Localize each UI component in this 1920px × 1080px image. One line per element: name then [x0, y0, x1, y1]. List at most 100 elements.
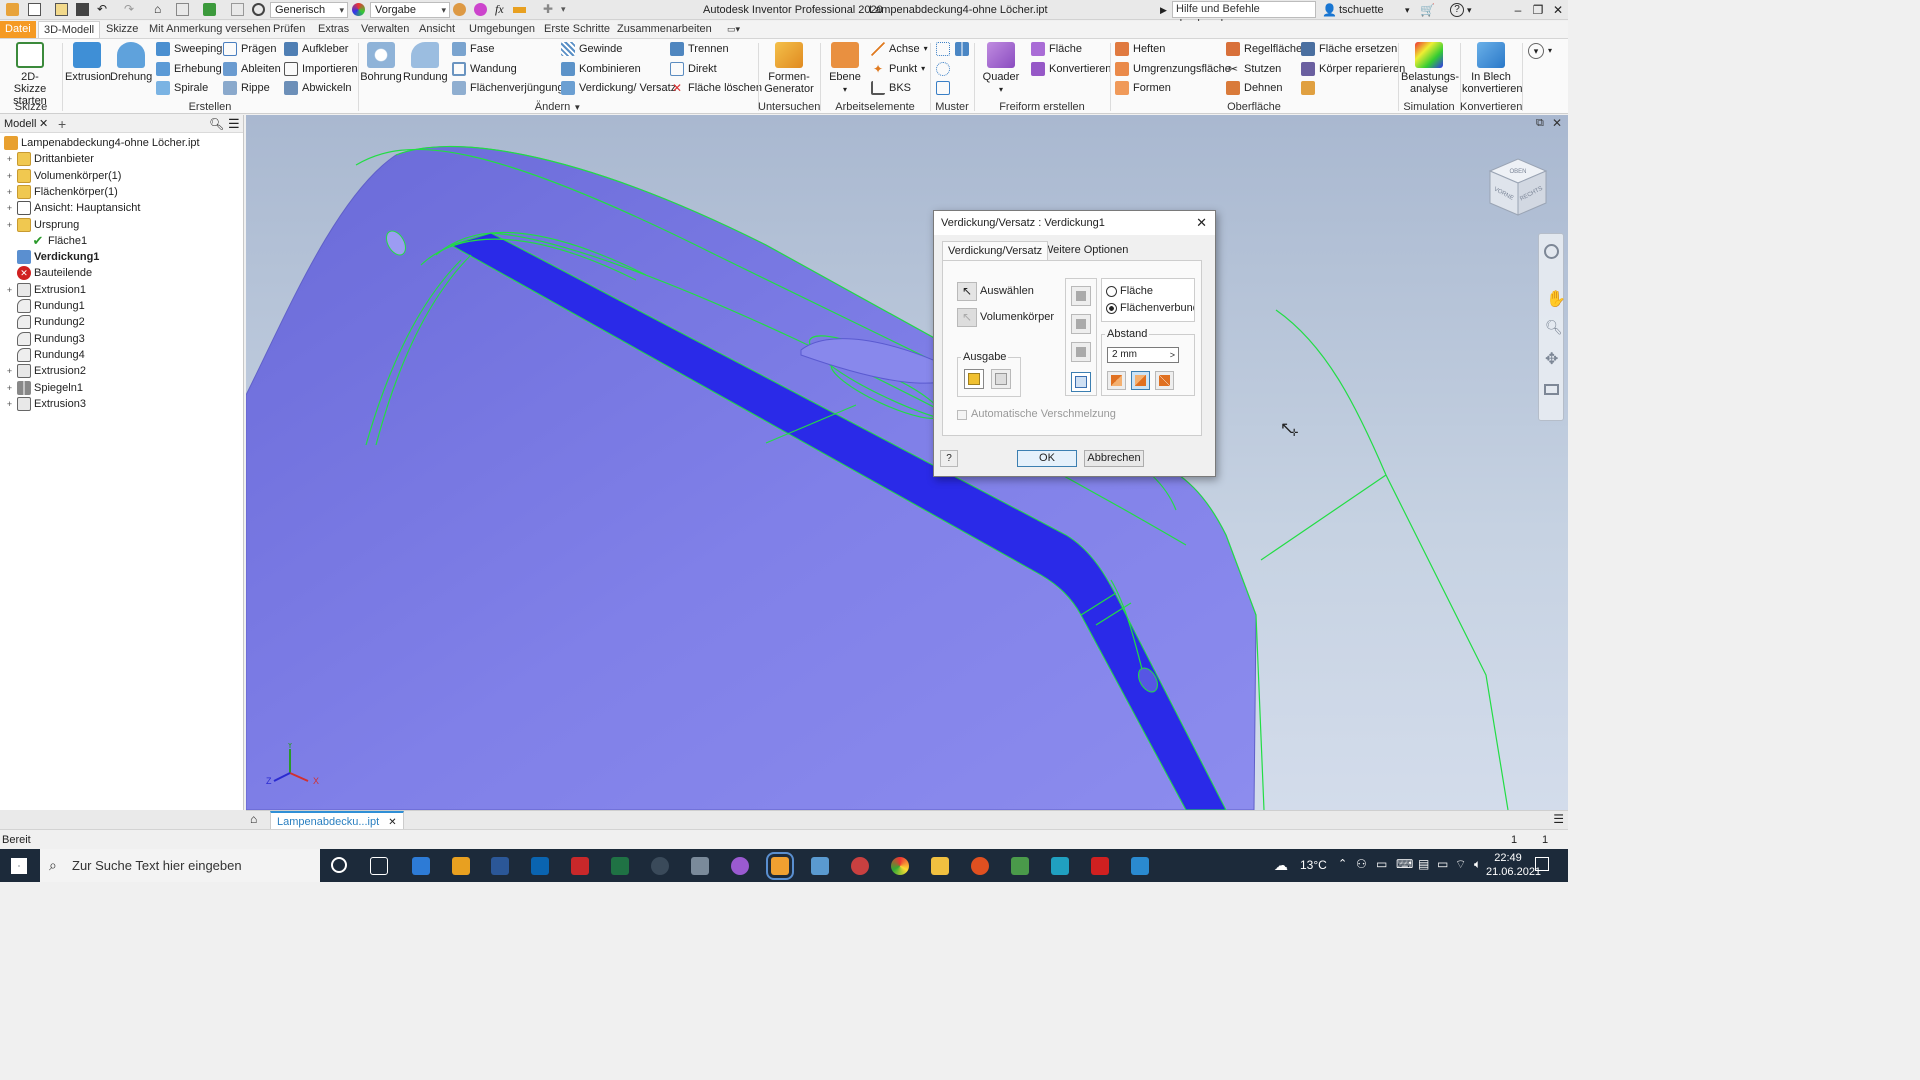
dialog-tab-more-options[interactable]: Weitere Optionen [1038, 241, 1133, 260]
hole-button[interactable]: Bohrung [360, 42, 402, 83]
replace-face-button[interactable]: Fläche ersetzen [1301, 40, 1397, 58]
sculpt-button[interactable]: Formen [1115, 79, 1171, 97]
tree-item[interactable]: + Extrusion2 [0, 363, 86, 379]
tab-ansicht[interactable]: Ansicht [414, 21, 460, 38]
stitch-button[interactable]: Heften [1115, 40, 1165, 58]
box-button[interactable]: Quader ▾ [980, 42, 1022, 96]
expand-icon[interactable]: + [5, 168, 14, 184]
new-solid-button[interactable] [1071, 372, 1091, 392]
help-dropdown-icon[interactable]: ▾ [1467, 0, 1472, 20]
redo-icon[interactable]: ↷ [124, 3, 137, 16]
boundary-patch-button[interactable]: Umgrenzungsfläche [1115, 60, 1231, 78]
join-button[interactable] [1071, 286, 1091, 306]
tray-icon-1[interactable]: ⚇ [1356, 857, 1367, 871]
browser-tab-modell[interactable]: Modell [4, 118, 36, 130]
emboss-button[interactable]: Prägen [223, 40, 276, 58]
unwrap-button[interactable]: Abwickeln [284, 79, 352, 97]
doc-tabs-menu-icon[interactable]: ☰ [1553, 812, 1564, 826]
extend-button[interactable]: Dehnen [1226, 79, 1283, 97]
fit-mesh-button[interactable] [1301, 79, 1315, 97]
convert-button[interactable]: Konvertieren [1031, 60, 1111, 78]
mirror-button[interactable] [955, 40, 969, 58]
ok-button[interactable]: OK [1017, 450, 1077, 467]
battery-icon[interactable]: ▭ [1437, 857, 1448, 871]
direction-1-button[interactable] [1107, 371, 1126, 390]
browser-menu-icon[interactable]: ☰ [228, 115, 240, 133]
sketch-pattern-button[interactable] [936, 79, 950, 97]
open-file-icon[interactable] [55, 3, 68, 16]
trim-button[interactable]: ✂ Stutzen [1226, 60, 1281, 78]
browser-add-tab-icon[interactable]: + [58, 115, 66, 133]
user-dropdown-icon[interactable]: ▾ [1405, 0, 1410, 20]
browser-tab-close-icon[interactable]: ✕ [39, 115, 48, 133]
ribbon-display-options-button[interactable]: ▾ ▾ [1528, 42, 1552, 60]
task-view-icon[interactable] [370, 857, 388, 875]
viewcube[interactable]: OBEN VORNE RECHTS [1486, 153, 1550, 221]
app-icon-cube[interactable] [851, 857, 869, 875]
dialog-tab-thicken[interactable]: Verdickung/Versatz [942, 241, 1049, 260]
close-button[interactable]: ✕ [1547, 0, 1569, 20]
pan-icon[interactable]: ✋ [1546, 289, 1566, 309]
tree-item[interactable]: + Volumenkörper(1) [0, 168, 121, 184]
fillet-button[interactable]: Rundung [403, 42, 448, 83]
ruled-surface-button[interactable]: Regelfläche [1226, 40, 1302, 58]
notification-icon[interactable] [1535, 857, 1549, 871]
weather-temp[interactable]: 13°C [1300, 858, 1327, 872]
tab-umgebungen[interactable]: Umgebungen [464, 21, 540, 38]
radio-face-label[interactable]: Fläche [1120, 285, 1153, 297]
inventor-logo-icon[interactable] [6, 3, 19, 16]
parameter-icon[interactable] [513, 7, 526, 13]
expand-icon[interactable]: + [5, 184, 14, 200]
tree-item[interactable]: Lampenabdeckung4-ohne Löcher.ipt [0, 135, 200, 151]
delete-face-button[interactable]: ✕ Fläche löschen [670, 79, 762, 97]
rect-pattern-button[interactable] [936, 40, 950, 58]
cortana-icon[interactable] [331, 857, 347, 873]
plane-button[interactable]: Ebene ▾ [826, 42, 864, 96]
tab-anmerkung[interactable]: Mit Anmerkung versehen [144, 21, 276, 38]
zoom-icon[interactable]: 🔍︎ [1545, 319, 1563, 336]
extrusion-button[interactable]: Extrusion [65, 42, 111, 83]
tray-icon-2[interactable]: ▭ [1376, 857, 1387, 871]
tree-item[interactable]: + Ursprung [0, 217, 79, 233]
cut-button[interactable] [1071, 314, 1091, 334]
tree-item[interactable]: Rundung3 [0, 331, 85, 347]
radio-face[interactable] [1106, 286, 1117, 297]
viewport-restore-icon[interactable]: ⧉ [1536, 117, 1544, 130]
expand-icon[interactable]: + [5, 282, 14, 298]
expand-icon[interactable]: + [5, 217, 14, 233]
viewcube-icon[interactable]: OBEN VORNE RECHTS [1486, 153, 1550, 221]
combine-button[interactable]: Kombinieren [561, 60, 641, 78]
customize-icon[interactable]: ▾ [561, 3, 574, 16]
thicken-offset-button[interactable]: Verdickung/ Versatz [561, 79, 676, 97]
tray-icon-3[interactable]: ⌨ [1396, 857, 1413, 871]
app-icon-files[interactable] [412, 857, 430, 875]
tree-item[interactable]: Rundung2 [0, 314, 85, 330]
dialog-close-icon[interactable]: ✕ [1196, 211, 1207, 235]
home-tab-icon[interactable]: ⌂ [250, 812, 257, 826]
tab-erste-schritte[interactable]: Erste Schritte [539, 21, 615, 38]
thread-button[interactable]: Gewinde [561, 40, 622, 58]
tab-extras[interactable]: Extras [313, 21, 354, 38]
viewcube-top-label[interactable]: OBEN [1509, 169, 1526, 175]
expand-icon[interactable]: + [5, 363, 14, 379]
split-button[interactable]: Trennen [670, 40, 729, 58]
output-surface-button[interactable] [991, 369, 1011, 389]
network-icon[interactable]: ⌔ [1455, 857, 1466, 872]
clock[interactable]: 22:49 21.06.2021 [1486, 851, 1541, 879]
word-icon[interactable] [491, 857, 509, 875]
fx-icon[interactable]: fx [495, 3, 508, 16]
direct-edit-button[interactable]: Direkt [670, 60, 717, 78]
viewport-close-icon[interactable]: ✕ [1552, 116, 1562, 130]
app-icon-network[interactable] [691, 857, 709, 875]
color-icon[interactable] [352, 3, 365, 16]
user-name[interactable]: tschuette [1339, 0, 1384, 20]
expand-icon[interactable]: + [5, 151, 14, 167]
tree-item[interactable]: + Extrusion3 [0, 396, 86, 412]
loft-button[interactable]: Erhebung [156, 60, 222, 78]
expand-icon[interactable]: + [5, 396, 14, 412]
tree-item[interactable]: + Drittanbieter [0, 151, 94, 167]
select-faces-button[interactable]: ↖ [957, 282, 977, 301]
dialog-titlebar[interactable]: Verdickung/Versatz : Verdickung1 ✕ [934, 211, 1215, 235]
no-icon[interactable] [252, 3, 265, 16]
measure-icon[interactable] [231, 3, 244, 16]
